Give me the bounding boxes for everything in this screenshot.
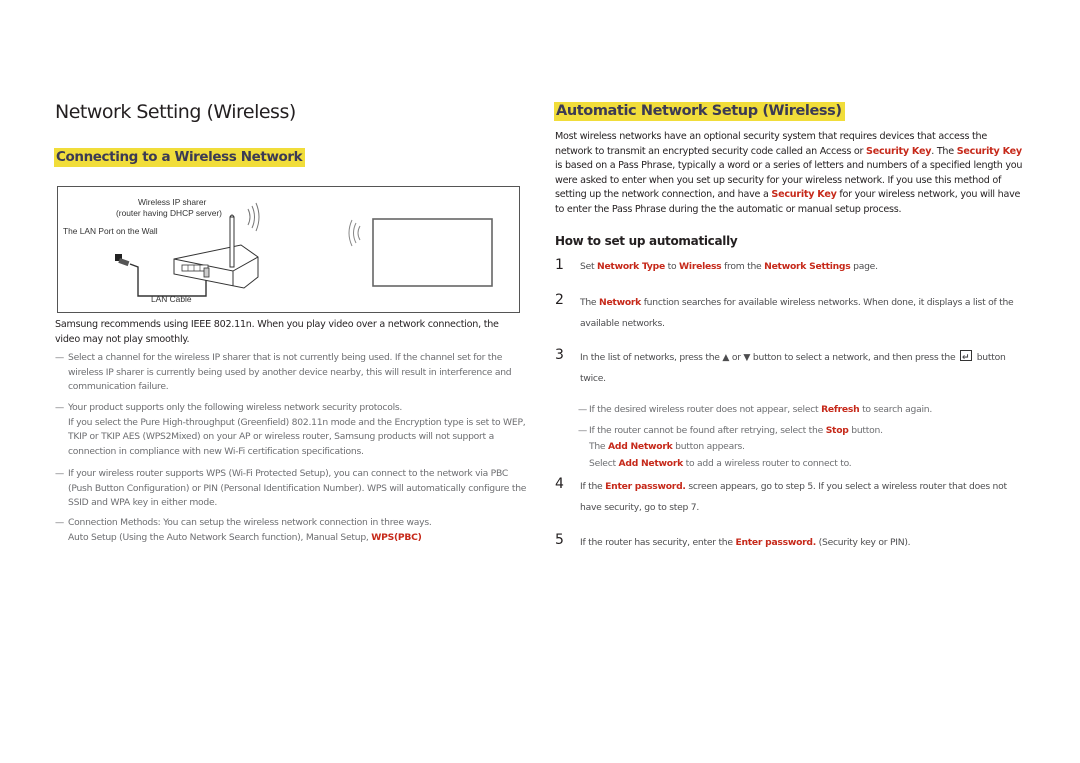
wifi-waves-icon <box>247 202 260 232</box>
text-run: If the router cannot be found after retr… <box>589 425 826 436</box>
security-key-keyword: Security Key <box>771 189 837 201</box>
text-run: Select <box>589 457 619 469</box>
security-paragraph: Most wireless networks have an optional … <box>555 130 1025 218</box>
text-run: The <box>589 441 609 453</box>
network-keyword: Network <box>599 297 642 308</box>
wifi-waves-display-icon <box>348 219 361 247</box>
note-wps: — If your wireless router supports WPS (… <box>55 467 527 511</box>
step-text: The Network function searches for availa… <box>580 292 1025 334</box>
subheading-how-to: How to set up automatically <box>555 234 738 248</box>
text-run: to add a wireless router to connect to. <box>682 457 852 469</box>
text-run: Set <box>580 261 598 272</box>
step-text: Set Network Type to Wireless from the Ne… <box>580 257 1025 277</box>
text-run: If the router has security, enter the <box>580 537 736 548</box>
security-key-keyword: Security Key <box>866 145 932 157</box>
text-run: from the <box>721 261 765 272</box>
security-key-keyword: Security Key <box>956 145 1022 157</box>
section-title: Automatic Network Setup (Wireless) <box>554 102 845 121</box>
text-run: In the list of networks, press the ▲ or … <box>580 352 959 363</box>
step-number: 4 <box>555 476 564 492</box>
text-run: function searches for available wireless… <box>580 297 1014 329</box>
router-label-line2: (router having DHCP server) <box>116 208 222 218</box>
wall-port-label: The LAN Port on the Wall <box>63 226 158 236</box>
text-run: (Security key or PIN). <box>815 537 911 548</box>
wall-port-icon <box>115 254 130 267</box>
note-security: — Your product supports only the followi… <box>55 401 527 459</box>
network-diagram: Wireless IP sharer (router having DHCP s… <box>57 186 520 313</box>
section-title: Connecting to a Wireless Network <box>54 148 306 167</box>
note-dash-icon: — <box>55 402 64 413</box>
add-network-keyword: Add Network <box>608 441 673 453</box>
network-type-keyword: Network Type <box>597 261 665 272</box>
text-run: page. <box>850 261 878 272</box>
note-refresh: — If the desired wireless router does no… <box>578 403 1028 418</box>
note-dash-icon: — <box>55 468 64 479</box>
text-run: button appears. <box>672 441 745 453</box>
enter-password-keyword: Enter password. <box>605 481 686 492</box>
step-number: 1 <box>555 257 564 273</box>
router-label-line1: Wireless IP sharer <box>138 197 207 207</box>
note-extra-text: Auto Setup (Using the Auto Network Searc… <box>68 531 372 543</box>
step-number: 5 <box>555 532 564 548</box>
router-icon <box>173 214 259 289</box>
note-text: If your wireless router supports WPS (Wi… <box>68 468 527 509</box>
wireless-keyword: Wireless <box>679 261 722 272</box>
network-settings-keyword: Network Settings <box>764 261 851 272</box>
step-number: 3 <box>555 347 564 363</box>
note-dash-icon: — <box>578 404 587 415</box>
note-connection-methods: — Connection Methods: You can setup the … <box>55 516 527 545</box>
text-run: . The <box>931 145 957 157</box>
section-heading-connecting: Connecting to a Wireless Network <box>54 146 306 167</box>
section-heading-automatic: Automatic Network Setup (Wireless) <box>554 100 845 121</box>
refresh-keyword: Refresh <box>821 404 860 415</box>
enter-icon <box>960 348 973 369</box>
step-text: If the router has security, enter the En… <box>580 532 1025 553</box>
step-number: 2 <box>555 292 564 308</box>
text-run: The <box>580 297 600 308</box>
wps-pbc-keyword: WPS(PBC) <box>371 531 422 543</box>
text-run: If the <box>580 481 606 492</box>
stop-keyword: Stop <box>825 425 849 436</box>
note-extra: If you select the Pure High-throughput (… <box>68 416 526 457</box>
note-extra: Auto Setup (Using the Auto Network Searc… <box>68 531 527 546</box>
text-run: button. <box>848 425 883 436</box>
note-text: Select a channel for the wireless IP sha… <box>68 352 512 393</box>
display-icon <box>372 218 493 287</box>
cable-label: LAN Cable <box>151 294 192 304</box>
note-dash-icon: — <box>55 352 64 363</box>
text-run: If the desired wireless router does not … <box>589 404 822 415</box>
text-run: to <box>664 261 680 272</box>
add-network-keyword: Add Network <box>618 457 684 469</box>
step-text: If the Enter password. screen appears, g… <box>580 476 1025 518</box>
text-run: to search again. <box>859 404 933 415</box>
note-dash-icon: — <box>55 517 64 528</box>
enter-password-keyword: Enter password. <box>735 537 816 548</box>
step-text: In the list of networks, press the ▲ or … <box>580 347 1030 389</box>
note-text: Your product supports only the following… <box>68 402 403 413</box>
note-text: Connection Methods: You can setup the wi… <box>68 517 432 528</box>
page-title: Network Setting (Wireless) <box>55 101 296 123</box>
intro-paragraph: Samsung recommends using IEEE 802.11n. W… <box>55 319 499 345</box>
note-dash-icon: — <box>578 425 587 436</box>
note-channel: — Select a channel for the wireless IP s… <box>55 351 527 395</box>
diagram-graphic <box>115 202 493 297</box>
note-stop: — If the router cannot be found after re… <box>578 423 1028 472</box>
